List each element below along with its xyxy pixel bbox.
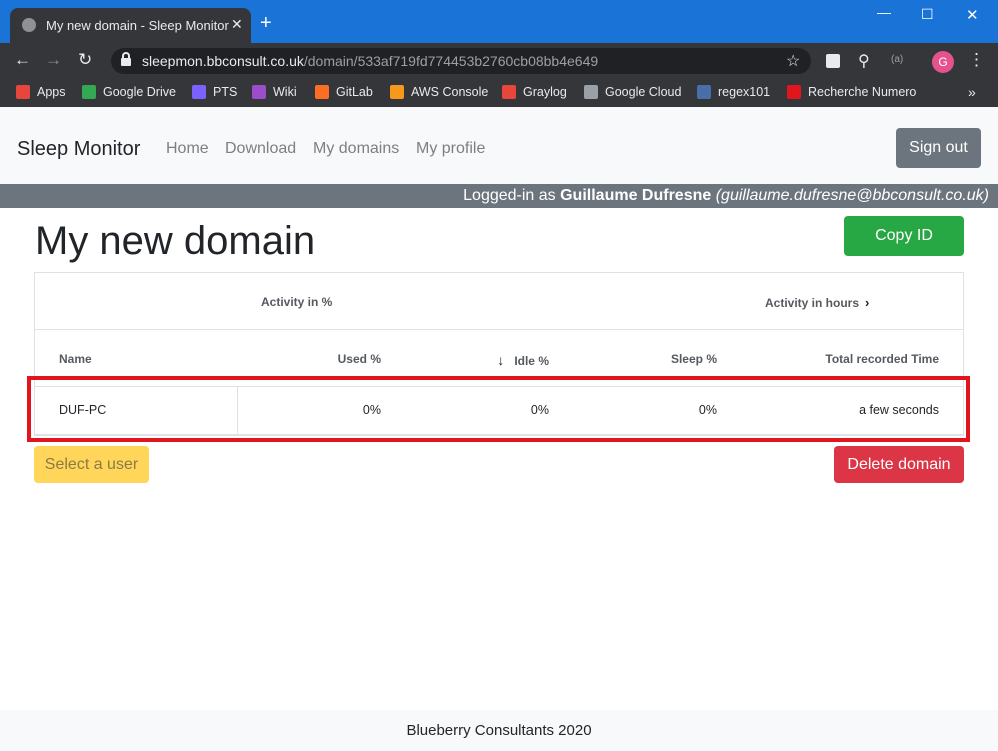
close-window-button[interactable]: ✕ (966, 6, 979, 24)
bookmark-label: Google Drive (103, 85, 176, 99)
column-header-sleep[interactable]: Sleep % (671, 352, 717, 366)
bookmark-wiki[interactable]: Wiki (252, 85, 297, 99)
sort-down-icon[interactable]: ↓ (497, 352, 504, 368)
browser-menu-icon[interactable]: ⋮ (968, 50, 985, 70)
bookmark-label: Google Cloud (605, 85, 682, 99)
bookmark-label: Wiki (273, 85, 297, 99)
minimize-button[interactable]: — (877, 4, 891, 20)
url-text[interactable]: sleepmon.bbconsult.co.uk/domain/533af719… (142, 53, 598, 69)
page-title: My new domain (35, 219, 316, 263)
nav-download[interactable]: Download (225, 140, 296, 158)
profile-avatar[interactable]: G (932, 51, 954, 73)
recherche-numero-icon (787, 85, 801, 99)
bookmark-graylog[interactable]: Graylog (502, 85, 567, 99)
tab-close-icon[interactable]: ✕ (231, 16, 243, 33)
nav-my-domains[interactable]: My domains (313, 140, 399, 158)
bookmarks-bar: » Apps Google Drive PTS Wiki GitLab AWS Conso… (0, 79, 998, 107)
group-header-activity-pct: Activity in % (261, 295, 333, 309)
extension-icon[interactable] (826, 54, 840, 68)
bookmark-label: PTS (213, 85, 238, 99)
nav-my-profile[interactable]: My profile (416, 140, 485, 158)
pts-icon (192, 85, 206, 99)
bookmark-gitlab[interactable]: GitLab (315, 85, 373, 99)
graylog-icon (502, 85, 516, 99)
group-header-activity-hours[interactable]: Activity in hours › (765, 295, 869, 310)
regex101-icon (697, 85, 711, 99)
bookmark-pts[interactable]: PTS (192, 85, 237, 99)
bookmark-aws-console[interactable]: AWS Console (390, 85, 488, 99)
globe-icon (22, 18, 36, 32)
page-footer: Blueberry Consultants 2020 (0, 710, 998, 751)
tab-title: My new domain - Sleep Monitor (46, 18, 229, 33)
wiki-icon (252, 85, 266, 99)
column-header-idle[interactable]: ↓ Idle % (497, 352, 549, 368)
bookmark-regex101[interactable]: regex101 (697, 85, 770, 99)
browser-tab[interactable]: My new domain - Sleep Monitor ✕ (10, 8, 251, 43)
bookmark-apps[interactable]: Apps (16, 85, 66, 99)
bookmarks-more-icon[interactable]: » (968, 84, 976, 100)
gitlab-icon (315, 85, 329, 99)
google-drive-icon (82, 85, 96, 99)
reload-button[interactable]: ↻ (78, 50, 92, 70)
copy-id-button[interactable]: Copy ID (844, 216, 964, 256)
column-header-used[interactable]: Used % (338, 352, 381, 366)
zoom-icon[interactable]: ⚲ (858, 51, 870, 71)
logged-in-prefix: Logged-in as (463, 187, 561, 204)
site-brand[interactable]: Sleep Monitor (17, 138, 140, 161)
bookmark-google-cloud[interactable]: Google Cloud (584, 85, 681, 99)
browser-toolbar: ← → ↻ sleepmon.bbconsult.co.uk/domain/53… (0, 43, 998, 79)
maximize-button[interactable]: ☐ (921, 6, 934, 23)
bookmark-label: Apps (37, 85, 66, 99)
bookmark-label: Graylog (523, 85, 567, 99)
back-button[interactable]: ← (14, 50, 31, 70)
column-header-name[interactable]: Name (59, 352, 92, 366)
logged-in-email: (guillaume.dufresne@bbconsult.co.uk) (715, 187, 989, 204)
bookmark-label: regex101 (718, 85, 771, 99)
bookmark-label: Recherche Numero (808, 85, 917, 99)
bookmark-google-drive[interactable]: Google Drive (82, 85, 176, 99)
chevron-right-icon[interactable]: › (865, 295, 869, 310)
bookmark-label: GitLab (336, 85, 373, 99)
bookmark-star-icon[interactable]: ☆ (786, 51, 800, 71)
site-navbar: Sleep Monitor Home Download My domains M… (0, 107, 998, 184)
lock-icon[interactable] (121, 52, 131, 66)
row-highlight-box (27, 376, 970, 442)
address-bar[interactable]: sleepmon.bbconsult.co.uk/domain/533af719… (111, 48, 811, 74)
nav-home[interactable]: Home (166, 140, 209, 158)
extension-a-icon[interactable]: (a) (891, 54, 903, 65)
select-user-button[interactable]: Select a user (34, 446, 149, 483)
forward-button[interactable]: → (45, 50, 62, 70)
aws-icon (390, 85, 404, 99)
logged-in-bar: Logged-in as Guillaume Dufresne (guillau… (0, 184, 998, 208)
delete-domain-button[interactable]: Delete domain (834, 446, 964, 483)
browser-titlebar: My new domain - Sleep Monitor ✕ + — ☐ ✕ (0, 0, 998, 43)
logged-in-name: Guillaume Dufresne (560, 187, 712, 204)
column-header-total[interactable]: Total recorded Time (825, 352, 939, 366)
bookmark-label: AWS Console (411, 85, 489, 99)
apps-grid-icon (16, 85, 30, 99)
new-tab-button[interactable]: + (260, 13, 272, 33)
google-cloud-icon (584, 85, 598, 99)
sign-out-button[interactable]: Sign out (896, 128, 981, 168)
bookmark-recherche-numero[interactable]: Recherche Numero (787, 85, 916, 99)
